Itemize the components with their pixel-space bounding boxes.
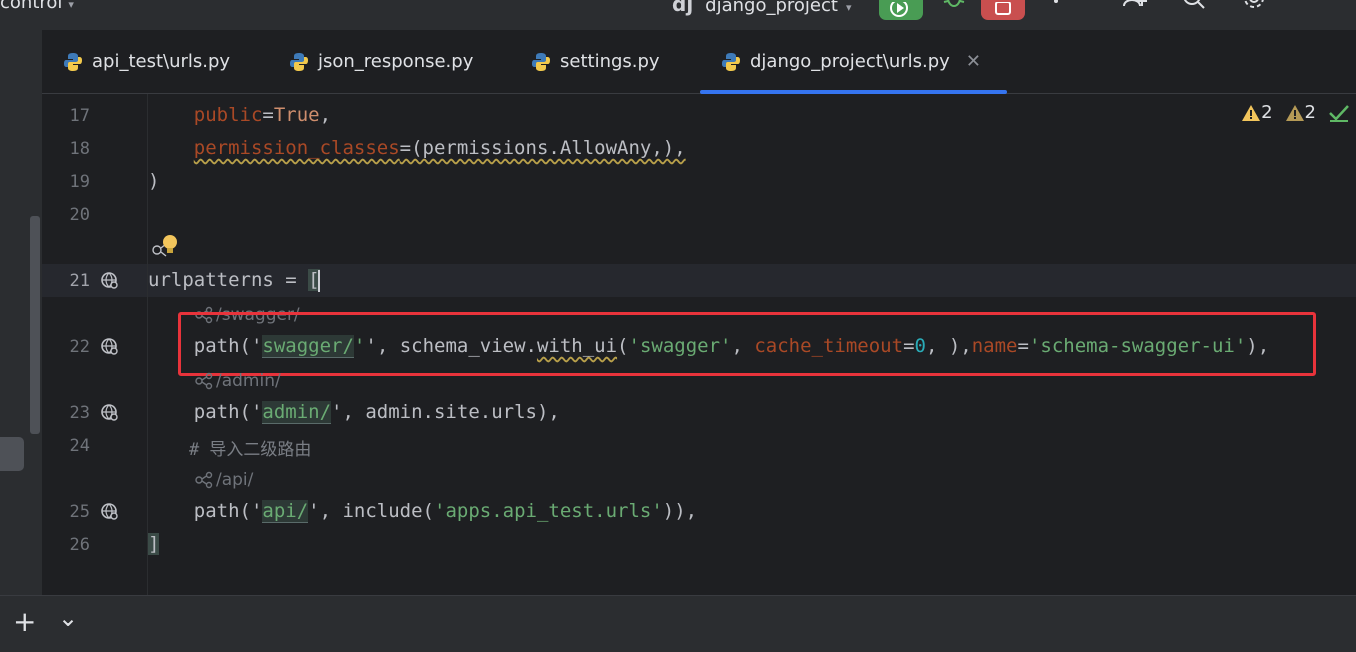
line-number: 18 bbox=[69, 139, 90, 159]
chevron-down-icon: ▾ bbox=[68, 0, 74, 11]
tab-json-response[interactable]: json_response.py bbox=[288, 30, 473, 93]
line-number: 23 bbox=[69, 403, 90, 423]
search-icon bbox=[1183, 0, 1205, 9]
warning-icon bbox=[1242, 104, 1261, 121]
code-line-17: public=True, bbox=[193, 104, 332, 126]
python-file-icon bbox=[532, 52, 550, 71]
line-number: 17 bbox=[69, 106, 90, 126]
run-icon bbox=[890, 2, 908, 17]
weak-warning-icon bbox=[1285, 104, 1304, 121]
add-user-icon bbox=[1123, 0, 1147, 7]
line-number: 21 bbox=[69, 271, 90, 291]
annotation-highlight-box bbox=[178, 312, 1316, 376]
intention-bulb-icon[interactable] bbox=[148, 232, 182, 260]
bottom-tool-bar: + ⌄ bbox=[0, 595, 1356, 652]
settings-button[interactable] bbox=[1240, 0, 1268, 16]
python-file-icon bbox=[64, 52, 82, 71]
vcs-widget[interactable]: control ▾ bbox=[0, 0, 74, 13]
tab-label: api_test\urls.py bbox=[92, 51, 231, 72]
code-line-19: ) bbox=[148, 170, 160, 192]
python-file-icon bbox=[290, 52, 308, 71]
stop-button[interactable] bbox=[981, 0, 1025, 20]
text-caret bbox=[317, 269, 320, 292]
line-number: 24 bbox=[69, 436, 90, 456]
url-endpoint-icon[interactable] bbox=[100, 337, 120, 357]
tab-label: settings.py bbox=[560, 51, 660, 72]
line-number: 26 bbox=[69, 535, 90, 555]
line-number: 20 bbox=[69, 205, 90, 225]
url-endpoint-icon[interactable] bbox=[100, 271, 120, 291]
debug-button[interactable] bbox=[940, 0, 968, 16]
run-button[interactable] bbox=[879, 0, 923, 20]
project-widget[interactable]: dj django_project ▾ bbox=[672, 0, 851, 16]
code-line-26: ] bbox=[148, 533, 160, 555]
chevron-down-icon: ▾ bbox=[845, 1, 852, 14]
link-icon bbox=[195, 471, 213, 489]
code-line-21: urlpatterns = [ bbox=[148, 269, 320, 292]
url-endpoint-icon[interactable] bbox=[100, 403, 120, 423]
bug-icon bbox=[943, 0, 965, 7]
link-icon bbox=[195, 372, 213, 390]
line-number: 25 bbox=[69, 502, 90, 522]
tab-settings[interactable]: settings.py bbox=[530, 30, 660, 93]
editor-tab-bar: api_test\urls.py json_response.py settin… bbox=[42, 30, 1356, 94]
more-vertical-icon bbox=[1054, 0, 1058, 3]
code-line-18: permission_classes=(permissions.AllowAny… bbox=[193, 137, 686, 159]
close-icon[interactable]: ✕ bbox=[966, 51, 981, 72]
chevron-down-icon[interactable]: ⌄ bbox=[58, 604, 78, 632]
search-button[interactable] bbox=[1180, 0, 1208, 16]
tool-window-button[interactable] bbox=[0, 437, 24, 471]
code-line-25: path('api/', include('apps.api_test.urls… bbox=[193, 500, 698, 523]
url-hint-admin[interactable]: /admin/ bbox=[194, 371, 281, 391]
code-line-23: path('admin/', admin.site.urls), bbox=[193, 401, 560, 424]
main-toolbar: control ▾ dj django_project ▾ bbox=[0, 0, 1356, 30]
stop-icon bbox=[995, 2, 1011, 15]
vcs-label: control bbox=[0, 0, 63, 13]
tab-django-project-urls[interactable]: django_project\urls.py ✕ bbox=[700, 30, 1007, 94]
warning-count-a: 2 bbox=[1241, 102, 1273, 123]
url-endpoint-icon[interactable] bbox=[100, 502, 120, 522]
python-file-icon bbox=[722, 52, 740, 71]
more-actions-button[interactable] bbox=[1046, 0, 1074, 16]
project-scrollbar[interactable] bbox=[30, 216, 40, 434]
add-user-button[interactable] bbox=[1120, 0, 1148, 16]
line-number: 22 bbox=[69, 337, 90, 357]
code-editor[interactable]: 2 2 17 18 19 20 21 22 23 24 25 26 public… bbox=[42, 94, 1356, 595]
gear-icon bbox=[1244, 0, 1264, 8]
left-tool-strip bbox=[0, 30, 42, 595]
warning-count-b: 2 bbox=[1285, 102, 1316, 123]
line-number: 19 bbox=[69, 172, 90, 192]
url-hint-api[interactable]: /api/ bbox=[194, 470, 253, 490]
tab-label: django_project\urls.py bbox=[750, 51, 950, 72]
inspection-widget[interactable]: 2 2 bbox=[1241, 102, 1350, 123]
tab-label: json_response.py bbox=[318, 51, 474, 72]
tab-api-test-urls[interactable]: api_test\urls.py bbox=[62, 30, 230, 93]
code-line-24: # 导入二级路由 bbox=[188, 440, 312, 460]
add-icon[interactable]: + bbox=[13, 605, 36, 638]
check-icon bbox=[1329, 104, 1349, 122]
project-name: django_project bbox=[705, 0, 838, 16]
django-logo-icon: dj bbox=[672, 0, 694, 16]
